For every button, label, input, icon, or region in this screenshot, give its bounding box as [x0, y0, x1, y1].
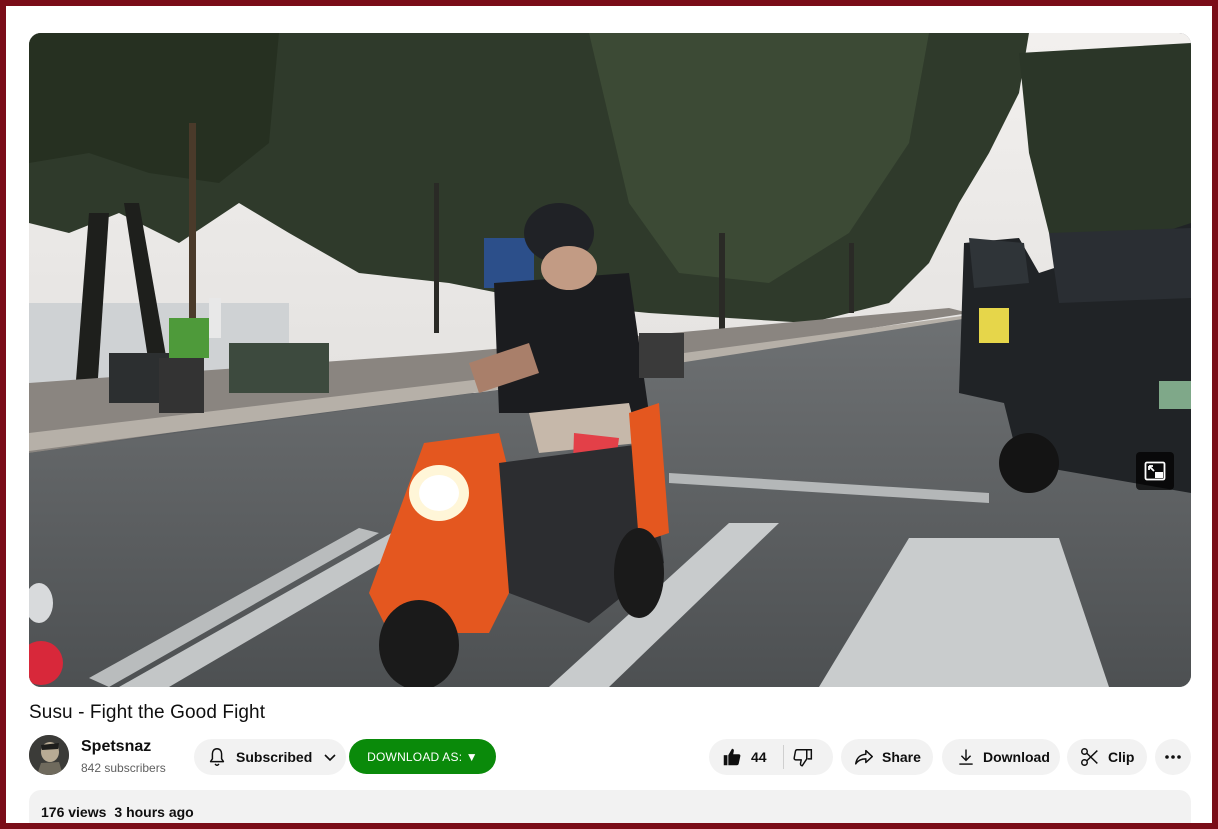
video-frame: [29, 33, 1191, 687]
video-meta: 176 views 3 hours ago: [41, 804, 194, 820]
chevron-down-icon: [324, 754, 336, 762]
more-actions-button[interactable]: [1155, 739, 1191, 775]
share-icon: [855, 749, 873, 765]
subscribed-label: Subscribed: [236, 749, 313, 765]
miniplayer-button[interactable]: [1136, 452, 1174, 490]
share-label: Share: [882, 749, 921, 765]
video-title: Susu - Fight the Good Fight: [29, 702, 266, 723]
watch-page: Susu - Fight the Good Fight Spetsnaz 842…: [6, 6, 1212, 823]
more-horizontal-icon: [1165, 755, 1181, 759]
download-label: Download: [983, 749, 1050, 765]
share-button[interactable]: Share: [841, 739, 933, 775]
bell-icon: [209, 748, 225, 766]
download-button[interactable]: Download: [942, 739, 1060, 775]
dislike-icon[interactable]: [793, 747, 815, 769]
download-icon: [959, 749, 973, 765]
scissors-icon: [1081, 748, 1098, 766]
avatar-image: [29, 735, 69, 775]
description-box[interactable]: 176 views 3 hours ago: [29, 790, 1191, 823]
channel-avatar[interactable]: [29, 735, 69, 775]
clip-label: Clip: [1108, 749, 1135, 765]
like-divider: [783, 745, 784, 769]
subscribed-button[interactable]: Subscribed: [194, 739, 346, 775]
like-icon[interactable]: [721, 746, 743, 768]
like-count: 44: [751, 749, 767, 765]
upload-age: 3 hours ago: [114, 804, 194, 820]
clip-button[interactable]: Clip: [1067, 739, 1147, 775]
miniplayer-icon: [1144, 461, 1166, 481]
like-dislike-group: 44: [709, 739, 833, 775]
subscriber-count: 842 subscribers: [81, 761, 166, 775]
view-count: 176 views: [41, 804, 107, 820]
download-as-button[interactable]: DOWNLOAD AS: ▼: [349, 739, 496, 774]
video-player[interactable]: [29, 33, 1191, 687]
channel-name[interactable]: Spetsnaz: [81, 738, 151, 756]
